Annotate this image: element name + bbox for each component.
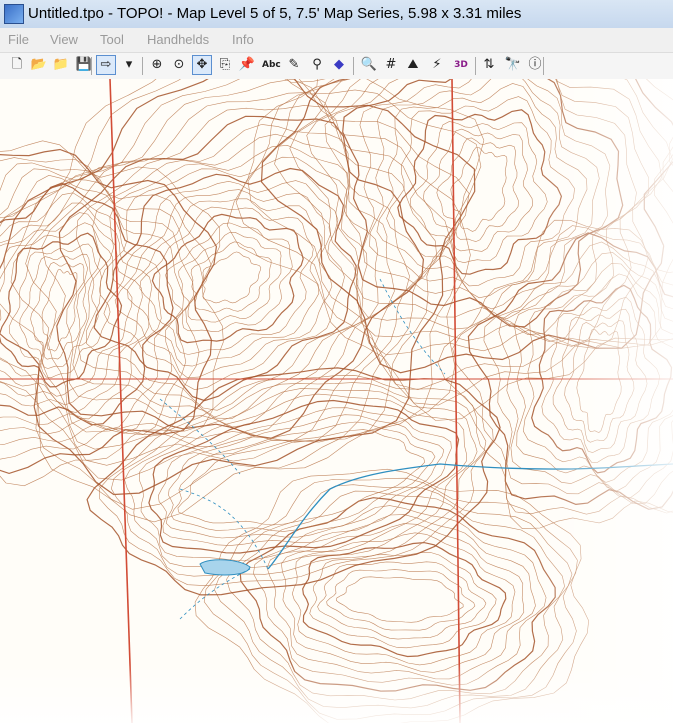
contour-line xyxy=(25,92,451,450)
contour-line xyxy=(177,429,426,526)
contour-line xyxy=(148,399,460,554)
magnifier-icon[interactable]: 🔍 xyxy=(360,56,378,74)
contour-line xyxy=(253,505,547,686)
pushpin-icon[interactable]: 📌 xyxy=(238,56,256,74)
contour-line xyxy=(498,252,673,499)
window-title: Untitled.tpo - TOPO! - Map Level 5 of 5,… xyxy=(28,5,522,22)
contour-line xyxy=(437,219,673,530)
contour-line xyxy=(436,137,519,242)
menu-bar: File View Tool Handhelds Info xyxy=(0,28,673,52)
contour-line xyxy=(19,253,99,369)
center-map-icon[interactable]: ⊙ xyxy=(170,56,188,74)
grid-icon[interactable]: # xyxy=(382,56,400,74)
menu-file[interactable]: File xyxy=(8,32,29,47)
contour-line xyxy=(309,552,497,649)
contour-line xyxy=(127,198,323,367)
menu-info[interactable]: Info xyxy=(232,32,254,47)
contour-line xyxy=(247,79,673,391)
gps-transfer-icon[interactable]: ⇅ xyxy=(480,56,498,74)
toolbar-separator xyxy=(353,57,354,75)
toolbar-separator xyxy=(91,57,92,75)
open-map-icon[interactable]: 📁 xyxy=(52,56,70,74)
contour-line xyxy=(0,192,162,420)
section-line xyxy=(109,79,133,723)
contour-line xyxy=(0,79,482,510)
export-icon[interactable]: ⇨ xyxy=(96,55,116,75)
menu-tool[interactable]: Tool xyxy=(100,32,124,47)
creek-line xyxy=(267,463,673,570)
contour-line xyxy=(266,514,536,680)
toolbar: 🗋 📂 📁 💾 ⇨ ▾ ⊕ ⊙ ✥ ⎘ 📌 Abc ✎ ⚲ ◆ 🔍 # ⛰ ⚡ 3D ⇅ 🔭 ⓘ xyxy=(0,52,673,80)
contour-line xyxy=(0,79,485,523)
contour-line xyxy=(124,388,478,569)
open-folder-icon[interactable]: 📂 xyxy=(30,56,48,74)
zoom-in-icon[interactable]: ⊕ xyxy=(148,56,166,74)
pencil-route-icon[interactable]: ✎ xyxy=(285,56,303,74)
contour-line xyxy=(0,79,470,481)
contour-line xyxy=(190,241,272,313)
compass-icon[interactable]: ⚲ xyxy=(308,56,326,74)
binoculars-icon[interactable]: 🔭 xyxy=(504,56,522,74)
menu-handhelds[interactable]: Handhelds xyxy=(147,32,209,47)
contour-line xyxy=(201,251,262,304)
contour-line xyxy=(0,162,204,446)
contour-line xyxy=(56,115,425,439)
contour-line xyxy=(165,222,293,333)
dropdown-arrow-icon[interactable]: ▾ xyxy=(120,56,138,74)
info-icon[interactable]: ⓘ xyxy=(526,56,544,74)
contour-line xyxy=(157,407,452,546)
contour-line xyxy=(41,105,438,441)
contour-line xyxy=(317,561,487,640)
waypoint-diamond-icon[interactable]: ◆ xyxy=(330,56,348,74)
drainage-line xyxy=(179,568,251,620)
pan-icon[interactable]: ✥ xyxy=(192,55,212,75)
toolbar-separator xyxy=(142,57,143,75)
contour-line xyxy=(326,569,476,631)
contour-line xyxy=(93,167,357,402)
contour-line xyxy=(386,96,575,287)
toolbar-separator xyxy=(475,57,476,75)
copy-icon[interactable]: ⎘ xyxy=(216,56,234,74)
contour-line xyxy=(541,296,661,463)
terrain-icon[interactable]: ⛰ xyxy=(404,56,422,74)
contour-line xyxy=(335,576,464,623)
3d-view-icon[interactable]: 3D xyxy=(452,56,470,74)
new-file-icon[interactable]: 🗋 xyxy=(8,56,26,74)
contour-line xyxy=(369,79,600,310)
app-icon xyxy=(4,4,24,24)
topo-map[interactable] xyxy=(0,79,673,723)
title-bar: Untitled.tpo - TOPO! - Map Level 5 of 5,… xyxy=(0,0,673,29)
contour-line xyxy=(194,468,590,723)
profile-icon[interactable]: ⚡ xyxy=(428,56,446,74)
toolbar-separator xyxy=(543,57,544,75)
map-view[interactable] xyxy=(0,79,673,723)
contour-line xyxy=(214,484,573,709)
menu-view[interactable]: View xyxy=(50,32,78,47)
contour-line xyxy=(302,541,507,658)
text-label-icon[interactable]: Abc xyxy=(262,56,281,74)
contour-line xyxy=(0,140,224,487)
